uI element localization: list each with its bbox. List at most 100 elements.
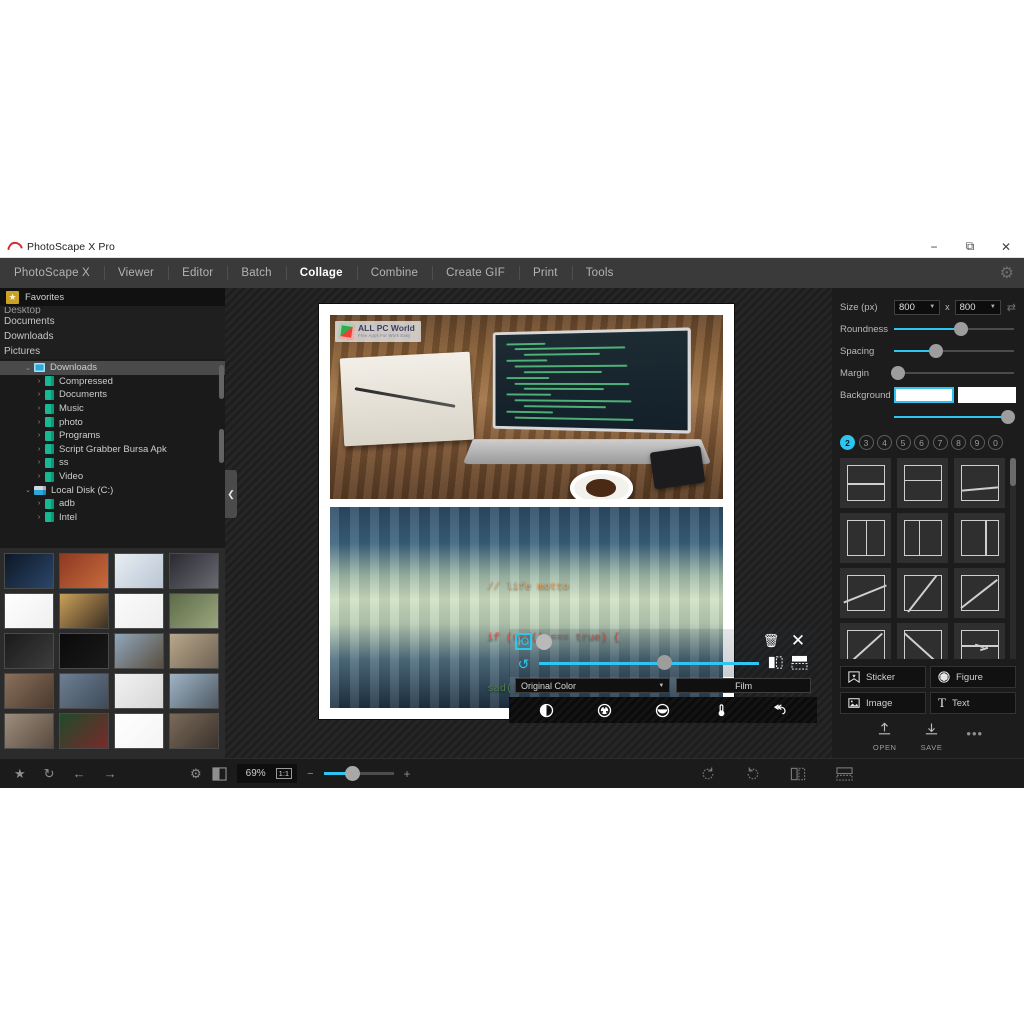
thumbnail-item[interactable] [59, 713, 109, 749]
layout-diagonal-shallow[interactable] [840, 568, 891, 618]
chevron-right-icon[interactable]: › [33, 473, 45, 480]
cell-count-5[interactable]: 5 [895, 435, 911, 450]
menu-item-create-gif[interactable]: Create GIF [432, 258, 519, 288]
thumbnail-item[interactable] [169, 713, 219, 749]
thumbnail-item[interactable] [114, 553, 164, 589]
background-swatch-2[interactable] [958, 387, 1016, 403]
chevron-right-icon[interactable]: › [33, 446, 45, 453]
chevron-right-icon[interactable]: › [33, 391, 45, 398]
menu-item-tools[interactable]: Tools [571, 258, 628, 288]
collage-cell-laptop[interactable]: ALL PC World Free Apps For Work Easy [330, 315, 723, 499]
background-swatch-1[interactable] [894, 387, 954, 403]
chevron-right-icon[interactable]: › [33, 432, 45, 439]
flip-vertical-icon[interactable] [789, 654, 809, 670]
roundness-slider[interactable] [894, 322, 1014, 336]
layout-scrollbar[interactable] [1010, 458, 1016, 486]
chevron-right-icon[interactable]: › [33, 500, 45, 507]
rotate-left-icon[interactable] [700, 766, 716, 782]
tone-icon[interactable] [655, 703, 670, 718]
size-width-select[interactable]: 800 ▼ [894, 299, 941, 315]
tree-row[interactable]: ⌄ Downloads [0, 361, 225, 375]
flip-horizontal-icon[interactable] [790, 766, 806, 782]
layout-diagonal-full[interactable] [840, 623, 891, 659]
cell-count-buttons[interactable]: 234567890 [840, 428, 1016, 458]
thumbnail-item[interactable] [59, 673, 109, 709]
thumbnail-item[interactable] [4, 713, 54, 749]
split-view-icon[interactable] [212, 766, 227, 781]
zoom-readout[interactable]: 69% 1:1 [236, 764, 298, 783]
gear-icon[interactable]: ⚙ [190, 766, 202, 782]
thumbnail-item[interactable] [169, 673, 219, 709]
tree-scrollbar-lower[interactable] [219, 429, 224, 463]
tree-row[interactable]: › Compressed [0, 375, 225, 389]
rotate-right-icon[interactable] [745, 766, 761, 782]
zoom-slider-knob[interactable] [344, 766, 360, 781]
margin-slider[interactable] [890, 366, 1014, 380]
minimize-icon[interactable]: − [916, 236, 952, 257]
swap-icon[interactable]: ⇄ [1007, 301, 1016, 314]
close-icon[interactable]: ✕ [988, 236, 1024, 257]
color-mode-select[interactable]: Original Color ▼ [515, 678, 671, 693]
thumbnail-item[interactable] [114, 593, 164, 629]
film-button[interactable]: Film [676, 678, 811, 693]
chevron-right-icon[interactable]: › [33, 405, 45, 412]
thumbnail-item[interactable] [59, 633, 109, 669]
zoom-slider-track[interactable] [539, 662, 759, 665]
margin-knob[interactable] [890, 366, 905, 380]
menu-item-print[interactable]: Print [519, 258, 572, 288]
opacity-knob[interactable] [1001, 410, 1015, 424]
tree-row[interactable]: › Script Grabber Bursa Apk [0, 443, 225, 457]
menu-item-batch[interactable]: Batch [227, 258, 285, 288]
chevron-right-icon[interactable]: › [33, 419, 45, 426]
layout-diagonal-steep[interactable] [897, 568, 948, 618]
chevron-right-icon[interactable]: › [33, 378, 45, 385]
tree-row[interactable]: › ss [0, 456, 225, 470]
save-button[interactable]: SAVE [921, 722, 943, 752]
thumbnail-item[interactable] [114, 673, 164, 709]
menu-item-editor[interactable]: Editor [168, 258, 227, 288]
thumbnail-item[interactable] [4, 633, 54, 669]
cell-count-2[interactable]: 2 [840, 435, 855, 450]
forward-arrow-icon[interactable]: → [104, 766, 117, 781]
chevron-right-icon[interactable]: › [33, 514, 45, 521]
layout-zigzag-split[interactable] [954, 623, 1005, 659]
tree-row[interactable]: › Documents [0, 388, 225, 402]
zoom-slider-knob[interactable] [536, 634, 552, 650]
chevron-right-icon[interactable]: › [33, 459, 45, 466]
zoom-actual-size-button[interactable]: 1:1 [275, 767, 293, 780]
star-icon[interactable]: ★ [14, 766, 26, 782]
menu-item-photoscape-x[interactable]: PhotoScape X [0, 258, 104, 288]
opacity-slider[interactable] [894, 410, 1015, 424]
tree-row[interactable]: › Music [0, 402, 225, 416]
thumbnail-item[interactable] [59, 593, 109, 629]
spacing-knob[interactable] [929, 344, 943, 358]
roundness-knob[interactable] [954, 322, 969, 336]
cell-count-0[interactable]: 0 [988, 435, 1003, 450]
tree-row[interactable]: › Intel [0, 511, 225, 525]
layout-2-cols-left-heavy[interactable] [897, 513, 948, 563]
more-dots-icon[interactable]: ••• [966, 726, 983, 741]
thumbnail-item[interactable] [169, 553, 219, 589]
thumbnail-item[interactable] [59, 553, 109, 589]
spacing-slider[interactable] [894, 344, 1014, 358]
tree-row[interactable]: › Video [0, 470, 225, 484]
quick-item-desktop[interactable]: Desktop [0, 307, 225, 314]
refresh-icon[interactable]: ↻ [44, 766, 55, 782]
chevron-down-icon[interactable]: ⌄ [22, 364, 34, 372]
thumbnail-item[interactable] [114, 713, 164, 749]
layout-diagonal-rising[interactable] [954, 568, 1005, 618]
zoom-in-button[interactable]: + [404, 767, 411, 781]
layout-2-cols-right-heavy[interactable] [954, 513, 1005, 563]
layout-2-rows-even[interactable] [840, 458, 891, 508]
tree-row[interactable]: › photo [0, 415, 225, 429]
flip-vertical-icon[interactable] [835, 766, 854, 782]
thumbnail-item[interactable] [4, 673, 54, 709]
cell-count-9[interactable]: 9 [969, 435, 985, 450]
resize-handle-icon[interactable]: Ю [515, 633, 532, 650]
menu-item-combine[interactable]: Combine [356, 258, 432, 288]
tree-row[interactable]: ⌄ Local Disk (C:) [0, 483, 225, 497]
back-arrow-icon[interactable]: ← [73, 766, 86, 781]
rotate-icon[interactable]: ↺ [515, 656, 532, 672]
layout-2-cols-even[interactable] [840, 513, 891, 563]
tree-row[interactable]: › adb [0, 497, 225, 511]
